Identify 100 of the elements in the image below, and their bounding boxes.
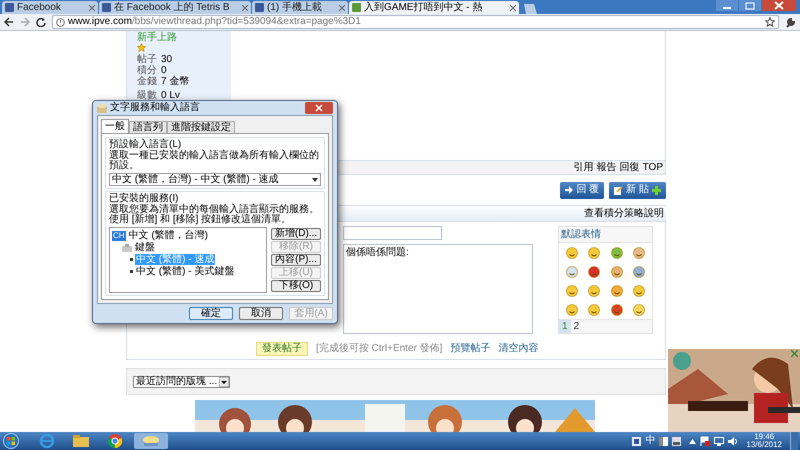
stat-label: 帖子: [137, 54, 157, 65]
user-rank: 新手上路: [137, 32, 178, 43]
new-tab-button[interactable]: [522, 4, 538, 14]
post-action-link[interactable]: 回復: [620, 162, 640, 172]
tree-item[interactable]: 中文 (繁體，台灣): [128, 230, 210, 241]
emoticon-icon[interactable]: [632, 284, 645, 296]
stat-label: 積分: [137, 65, 157, 76]
emoticon-icon[interactable]: [632, 304, 645, 316]
tree-item[interactable]: 鍵盤: [134, 242, 156, 253]
language-dropdown[interactable]: 中文 (繁體，台灣) - 中文 (繁體) - 速成: [109, 173, 321, 186]
post-action-link[interactable]: TOP: [642, 162, 663, 172]
network-icon[interactable]: [714, 436, 724, 446]
dialog-title: 文字服務和輸入語言: [110, 103, 200, 113]
star-icon[interactable]: [765, 17, 775, 27]
emoticon-icon[interactable]: [632, 246, 645, 258]
start-button[interactable]: [2, 433, 20, 449]
keyboard-icon[interactable]: [672, 436, 682, 446]
new-post-button[interactable]: 新 貼: [609, 182, 666, 198]
emoticon-icon[interactable]: [588, 284, 600, 296]
emoticon-icon[interactable]: [566, 266, 578, 278]
scoring-help-link[interactable]: 查看積分策略說明: [584, 208, 664, 218]
page-info-icon: [56, 18, 65, 26]
page-icon: [5, 3, 14, 12]
forum-jump-select[interactable]: 最近訪問的版塊 ...: [133, 376, 230, 388]
close-button[interactable]: [305, 102, 333, 114]
browser-tab[interactable]: (1) 手機上載: [252, 1, 348, 14]
clock[interactable]: 19:46 13/6/2012: [742, 433, 786, 449]
stat-value: 30: [161, 54, 172, 65]
tab-title: (1) 手機上載: [267, 2, 323, 12]
emoticon-icon[interactable]: [632, 266, 645, 278]
close-icon[interactable]: [339, 4, 345, 10]
emoticon-icon[interactable]: [610, 304, 623, 316]
dialog-button[interactable]: 內容(P)...: [271, 254, 321, 266]
dialog-tab[interactable]: 一般: [101, 119, 129, 133]
reply-button[interactable]: 回 覆: [560, 182, 604, 198]
emoticon-icon[interactable]: [566, 284, 578, 296]
dialog-tab[interactable]: 語言列: [129, 121, 167, 133]
speaker-icon[interactable]: [728, 436, 738, 446]
form-link[interactable]: 預覽帖子: [450, 344, 490, 354]
language-badge: CH: [112, 230, 126, 240]
maximize-button[interactable]: [739, 0, 761, 11]
wrench-icon[interactable]: [785, 16, 796, 28]
bullet-icon: [130, 270, 133, 273]
emoticon-icon[interactable]: [610, 284, 623, 296]
emoticon-page-link[interactable]: 2: [570, 320, 582, 333]
show-hidden-icons-button[interactable]: [689, 438, 696, 444]
message-field[interactable]: 個係唔係問題:: [343, 244, 533, 334]
stat-value: 0: [161, 65, 167, 76]
minimize-button[interactable]: [716, 0, 738, 11]
page-icon: [352, 3, 361, 12]
page-icon: [102, 3, 111, 12]
stat-label: 級數: [137, 90, 157, 101]
dropdown-arrow-icon: [219, 376, 230, 386]
emoticon-icon[interactable]: [610, 246, 623, 258]
emoticon-icon[interactable]: [588, 266, 600, 278]
dialog-button[interactable]: 確定: [189, 307, 233, 320]
form-link[interactable]: 清空內容: [498, 344, 538, 354]
language-bar-icon[interactable]: [632, 436, 642, 446]
address-field[interactable]: www.ipve.com/bbs/viewthread.php?tid=539094&extra=page%3D1: [52, 15, 779, 29]
dialog-button[interactable]: 下移(O): [271, 280, 321, 292]
emoticon-icon[interactable]: [610, 266, 623, 278]
group-description: 選取一種已安裝的輸入語言做為所有輸入欄位的預設。: [109, 151, 320, 171]
back-button[interactable]: [4, 17, 14, 27]
emoticon-icon[interactable]: [566, 246, 578, 258]
bullet-icon: [130, 258, 133, 261]
subject-field[interactable]: [343, 226, 442, 240]
input-mode-indicator[interactable]: 中: [645, 436, 656, 446]
post-action-link[interactable]: 引用: [574, 162, 594, 172]
browser-tab[interactable]: 入到GAME打唔到中文 - 熱: [349, 1, 519, 14]
group-label: 預設輸入語言(L): [109, 140, 182, 150]
post-action-link[interactable]: 報告: [596, 162, 617, 172]
tab-title: Facebook: [17, 2, 62, 12]
browser-tab[interactable]: Facebook: [2, 1, 98, 14]
submit-hint: [完成後可按 Ctrl+Enter 發佈]: [316, 344, 442, 354]
page-icon: [255, 3, 264, 12]
width-toggle-icon[interactable]: [659, 436, 668, 446]
close-icon[interactable]: [510, 4, 516, 10]
keyboard-icon: [122, 244, 132, 252]
submit-button[interactable]: 發表帖子: [256, 342, 308, 356]
flag-icon[interactable]: [700, 436, 710, 446]
tab-title: 入到GAME打唔到中文 - 熱: [364, 2, 484, 12]
emoticon-icon[interactable]: [588, 304, 600, 316]
dialog-tab[interactable]: 進階按鍵設定: [167, 121, 235, 133]
group-description: 選取您要為清單中的每個輸入語言顯示的服務。使用 [新增] 和 [移除] 按鈕修改這個清單。: [109, 205, 320, 225]
star-icon: [137, 43, 146, 52]
reload-button[interactable]: [36, 17, 46, 27]
dialog-button[interactable]: 新增(D)...: [271, 228, 321, 240]
arrow-icon: [565, 186, 574, 194]
stat-value: 7 金幣: [161, 76, 190, 87]
browser-tab[interactable]: 在 Facebook 上的 Tetris B: [99, 1, 251, 14]
dialog-button[interactable]: 取消: [239, 307, 283, 320]
close-icon[interactable]: [89, 4, 95, 10]
keyboard-icon: [97, 104, 107, 112]
close-icon[interactable]: [242, 4, 248, 10]
tree-item[interactable]: 中文 (繁體) - 美式鍵盤: [135, 266, 236, 277]
stat-label: 金錢: [137, 76, 157, 87]
emoticon-icon[interactable]: [588, 246, 600, 258]
emoticon-icon[interactable]: [566, 304, 578, 316]
close-button[interactable]: [762, 0, 796, 11]
stat-value: 0 Lv: [161, 90, 180, 101]
